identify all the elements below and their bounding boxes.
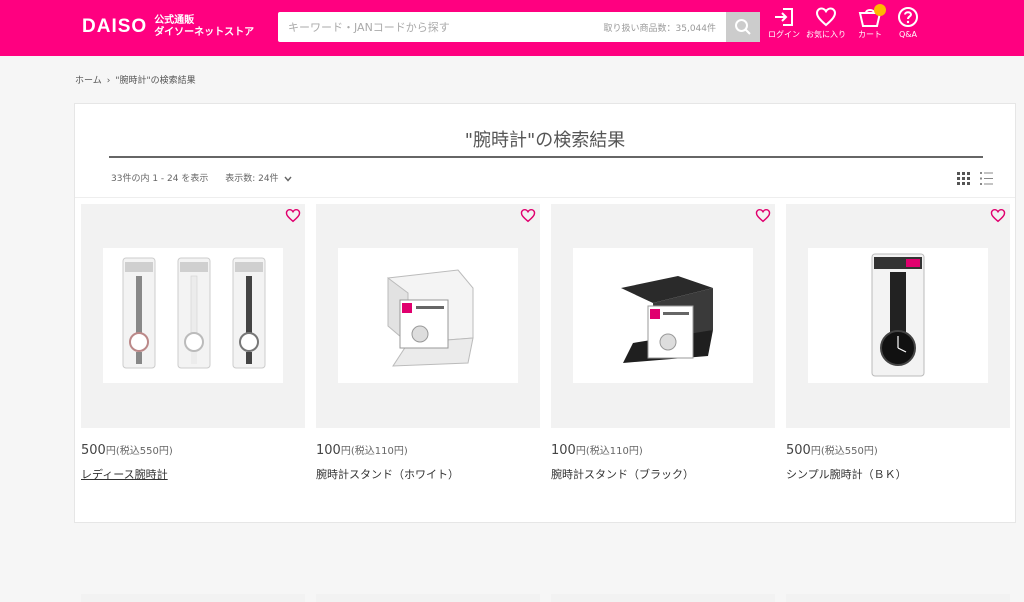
page-title: "腕時計"の検索結果 xyxy=(464,130,626,151)
heart-outline-icon xyxy=(520,208,536,223)
product-card[interactable]: 500円(税込550円) レディース腕時計 xyxy=(81,204,305,482)
help-button[interactable]: Q&A xyxy=(888,6,928,40)
grid-icon xyxy=(957,172,970,185)
price-value: 100 xyxy=(316,443,341,458)
price-tax: (税込550円) xyxy=(820,446,878,457)
favorite-heart-button[interactable] xyxy=(520,208,536,227)
grid-view-button[interactable] xyxy=(957,170,970,189)
breadcrumb-current: "腕時計"の検索結果 xyxy=(115,76,196,86)
product-price: 100円(税込110円) xyxy=(316,442,540,458)
help-icon xyxy=(898,7,918,27)
chevron-down-icon xyxy=(284,176,292,182)
product-image-frame xyxy=(81,204,305,428)
results-panel: "腕時計"の検索結果 33件の内 1 - 24 を表示 表示数: 24件 500… xyxy=(74,103,1016,602)
product-price: 500円(税込550円) xyxy=(786,442,1010,458)
login-label: ログイン xyxy=(768,30,800,39)
price-tax: (税込550円) xyxy=(115,446,173,457)
product-card[interactable]: 100円(税込110円) 腕時計スタンド（ブラック） xyxy=(551,204,775,482)
cart-label: カート xyxy=(858,30,882,39)
per-page-select[interactable]: 表示数: 24件 xyxy=(225,174,292,184)
price-value: 100 xyxy=(551,443,576,458)
price-unit: 円 xyxy=(340,446,351,457)
product-image-white-stand xyxy=(387,269,474,367)
breadcrumb-separator: › xyxy=(106,76,111,86)
price-value: 500 xyxy=(786,443,811,458)
logo-subtitle-line1: 公式通販 xyxy=(154,15,195,26)
price-tax: (税込110円) xyxy=(350,446,408,457)
favorite-heart-button[interactable] xyxy=(755,208,771,227)
next-row-card-edge xyxy=(551,594,775,602)
next-row-card-edge xyxy=(786,594,1010,602)
result-info: 33件の内 1 - 24 を表示 表示数: 24件 xyxy=(111,171,292,184)
product-grid: 500円(税込550円) レディース腕時計 100円(税込110円) 腕時計スタ… xyxy=(75,197,1015,602)
product-count-text: 取り扱い商品数：35,044件 xyxy=(603,24,717,34)
price-tax: (税込110円) xyxy=(585,446,643,457)
product-name-link[interactable]: 腕時計スタンド（ホワイト） xyxy=(316,466,540,482)
product-photo xyxy=(808,248,988,383)
favorites-label: お気に入り xyxy=(806,30,846,39)
product-image-black-watch xyxy=(871,253,925,377)
price-value: 500 xyxy=(81,443,106,458)
heart-icon xyxy=(815,7,837,27)
next-row-card-edge xyxy=(316,594,540,602)
logo-subtitle-line2: ダイソーネットストア xyxy=(154,27,255,38)
view-toggles xyxy=(957,170,993,189)
list-view-button[interactable] xyxy=(980,170,993,189)
site-logo[interactable]: DAISO 公式通販 ダイソーネットストア xyxy=(82,15,254,39)
favorite-heart-button[interactable] xyxy=(990,208,1006,227)
title-divider xyxy=(109,156,983,158)
product-name-link[interactable]: シンプル腕時計（ＢＫ） xyxy=(786,466,1010,482)
price-unit: 円 xyxy=(810,446,821,457)
product-photo xyxy=(338,248,518,383)
login-button[interactable]: ログイン xyxy=(764,6,804,40)
search-icon xyxy=(735,19,751,35)
product-photo xyxy=(103,248,283,383)
product-card[interactable]: 500円(税込550円) シンプル腕時計（ＢＫ） xyxy=(786,204,1010,482)
favorite-heart-button[interactable] xyxy=(285,208,301,227)
product-image-frame xyxy=(316,204,540,428)
result-range-text: 33件の内 1 - 24 を表示 xyxy=(111,174,209,184)
cart-count-badge xyxy=(874,4,886,16)
heart-outline-icon xyxy=(755,208,771,223)
heart-outline-icon xyxy=(990,208,1006,223)
per-page-label: 表示数: 24件 xyxy=(225,174,279,184)
product-name-link[interactable]: レディース腕時計 xyxy=(81,466,305,482)
breadcrumb-home-link[interactable]: ホーム xyxy=(75,76,102,86)
site-header: DAISO 公式通販 ダイソーネットストア 取り扱い商品数：35,044件 ログ… xyxy=(0,0,1024,56)
price-unit: 円 xyxy=(105,446,116,457)
product-image-frame xyxy=(551,204,775,428)
product-price: 100円(税込110円) xyxy=(551,442,775,458)
breadcrumb: ホーム › "腕時計"の検索結果 xyxy=(75,73,196,86)
favorites-button[interactable]: お気に入り xyxy=(806,6,846,40)
list-icon xyxy=(980,172,993,185)
product-card[interactable]: 100円(税込110円) 腕時計スタンド（ホワイト） xyxy=(316,204,540,482)
heart-outline-icon xyxy=(285,208,301,223)
product-price: 500円(税込550円) xyxy=(81,442,305,458)
help-label: Q&A xyxy=(898,30,917,39)
logo-wordmark: DAISO xyxy=(82,16,148,37)
login-icon xyxy=(775,8,793,26)
product-image-frame xyxy=(786,204,1010,428)
product-image-black-stand xyxy=(621,276,713,363)
product-name-link[interactable]: 腕時計スタンド（ブラック） xyxy=(551,466,775,482)
product-photo xyxy=(573,248,753,383)
search-input[interactable] xyxy=(278,12,598,42)
price-unit: 円 xyxy=(575,446,586,457)
product-image-ladies-watches xyxy=(122,257,266,369)
cart-button[interactable]: カート xyxy=(850,4,890,40)
next-row-card-edge xyxy=(81,594,305,602)
search-bar: 取り扱い商品数：35,044件 xyxy=(278,12,760,42)
search-button[interactable] xyxy=(726,12,760,42)
logo-subtitle: 公式通販 ダイソーネットストア xyxy=(154,15,254,39)
